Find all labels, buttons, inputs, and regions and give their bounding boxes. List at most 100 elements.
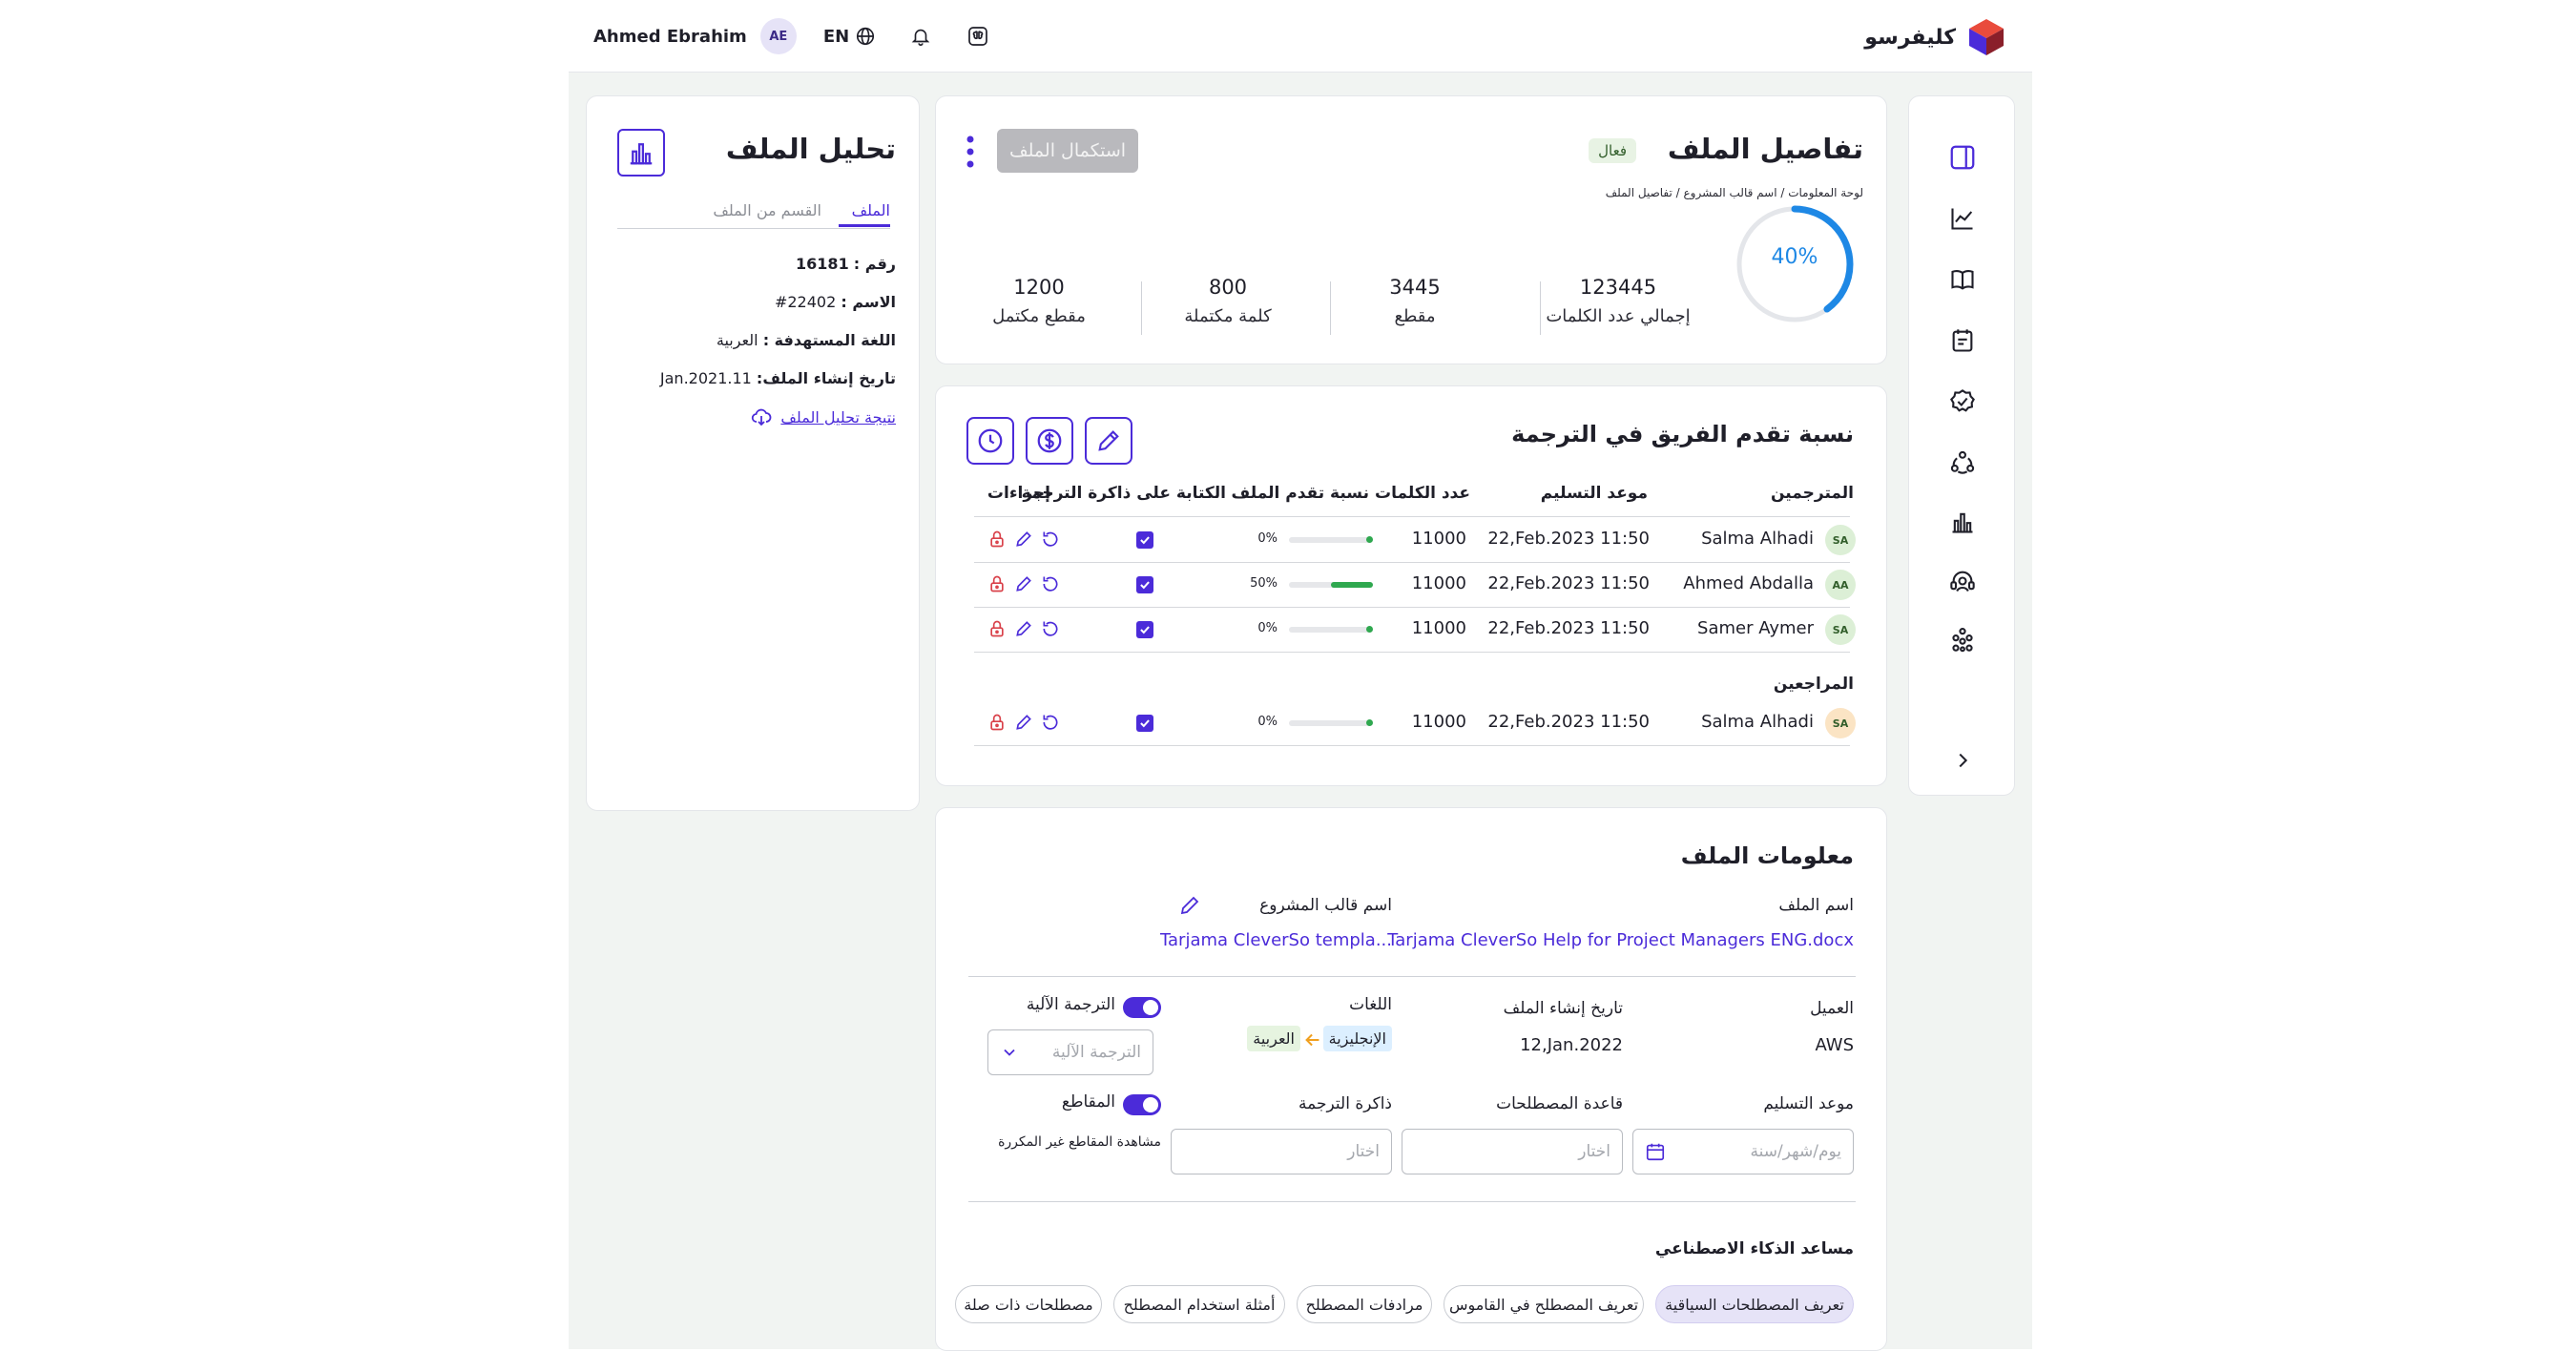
file-name-link[interactable]: Tarjama CleverSo Help for Project Manage… [1387, 930, 1854, 950]
deadline-label: موعد التسليم [1763, 1094, 1854, 1113]
table-divider [974, 516, 1850, 517]
active-tab-indicator [839, 224, 890, 227]
machine-translation-select[interactable]: الترجمة الآلية [987, 1029, 1153, 1075]
team-icon[interactable] [1943, 444, 1982, 482]
reassign-icon[interactable] [1041, 619, 1060, 642]
column-header-words: عدد الكلمات [1375, 484, 1470, 503]
clock-icon [978, 428, 1003, 453]
progress-label: 0% [1257, 621, 1278, 635]
table-row: SA Salma Alhadi 22,Feb.2023 11:50 11000 0% [936, 701, 1888, 746]
tm-write-checkbox[interactable] [1136, 531, 1153, 549]
target-language-badge: العربية [1247, 1026, 1300, 1051]
badge-check-icon[interactable] [1943, 383, 1982, 421]
stat-divider [1540, 281, 1541, 335]
person-name[interactable]: Salma Alhadi [1701, 712, 1814, 732]
lock-icon[interactable] [987, 619, 1007, 642]
stat-completed-segments: 1200 مقطع مكتمل [992, 276, 1086, 326]
analysis-chart-button[interactable] [617, 129, 665, 177]
translation-memory-select[interactable]: اختار [1171, 1129, 1392, 1174]
person-name[interactable]: Salma Alhadi [1701, 529, 1814, 549]
deadline-input[interactable]: يوم/شهر/سنة [1632, 1129, 1854, 1174]
edit-template-icon[interactable] [1178, 894, 1201, 921]
edit-button[interactable] [1085, 417, 1132, 465]
tm-write-checkbox[interactable] [1136, 715, 1153, 732]
analysis-result-link[interactable]: نتيجة تحليل الملف [750, 405, 896, 428]
ai-chip-dictionary-definition[interactable]: تعريف المصطلح في القاموس [1444, 1285, 1644, 1323]
progress-label: 0% [1257, 531, 1278, 546]
section-title: معلومات الملف [1680, 842, 1854, 869]
tm-write-checkbox[interactable] [1136, 576, 1153, 593]
tm-write-checkbox[interactable] [1136, 621, 1153, 638]
progress-bar [1289, 582, 1373, 588]
created-date-value: 12,Jan.2022 [1520, 1035, 1623, 1055]
tab-file-section[interactable]: القسم من الملف [713, 201, 821, 219]
ai-chip-contextual-definition[interactable]: تعريف المصطلحات السياقية [1655, 1285, 1854, 1323]
table-row: AA Ahmed Abdalla 22,Feb.2023 11:50 11000 50% [936, 563, 1888, 608]
lock-icon[interactable] [987, 530, 1007, 552]
more-options-icon[interactable] [965, 135, 976, 173]
edit-icon[interactable] [1014, 619, 1033, 642]
stat-total-words: 123445 إجمالي عدد الكلمات [1546, 276, 1691, 326]
termbase-select[interactable]: اختار [1402, 1129, 1623, 1174]
language-switcher[interactable]: EN [823, 26, 876, 47]
trend-chart-icon[interactable] [1943, 199, 1982, 238]
bell-icon[interactable] [908, 24, 933, 49]
reviewers-title: المراجعين [1773, 675, 1854, 694]
ai-chip-related-terms[interactable]: مصطلحات ذات صلة [955, 1285, 1102, 1323]
ai-chip-usage-examples[interactable]: أمثلة استخدام المصطلح [1113, 1285, 1285, 1323]
stat-segments: 3445 مقطع [1389, 276, 1441, 326]
chevron-right-icon[interactable] [1943, 741, 1982, 779]
ai-chip-synonyms[interactable]: مرادفات المصطلح [1297, 1285, 1432, 1323]
reassign-icon[interactable] [1041, 530, 1060, 552]
template-name-label: اسم قالب المشروع [1259, 896, 1392, 915]
user-name[interactable]: Ahmed Ebrahim [593, 27, 747, 47]
ai-brain-icon[interactable] [966, 24, 990, 49]
translation-memory-label: ذاكرة الترجمة [1298, 1094, 1392, 1113]
avatar[interactable]: AE [759, 18, 797, 54]
page-title: تفاصيل الملف [1667, 133, 1863, 165]
check-icon [1140, 719, 1150, 728]
edit-icon[interactable] [1014, 574, 1033, 597]
template-name-link[interactable]: Tarjama CleverSo templa... [1160, 930, 1392, 950]
stat-divider [1330, 281, 1331, 335]
word-count: 11000 [1411, 618, 1466, 638]
tabs-divider [617, 228, 890, 229]
network-icon[interactable] [1943, 621, 1982, 659]
edit-icon[interactable] [1014, 530, 1033, 552]
panel-icon[interactable] [1943, 138, 1982, 177]
person-name[interactable]: Samer Aymer [1697, 618, 1814, 638]
progress-dot [1366, 536, 1373, 543]
file-info-card: معلومات الملف اسم الملف Tarjama CleverSo… [935, 807, 1887, 1351]
divider [968, 1201, 1856, 1202]
notes-icon[interactable] [1943, 322, 1982, 360]
check-icon [1140, 581, 1150, 590]
support-icon[interactable] [1943, 562, 1982, 600]
file-analysis-card: تحليل الملف الملف القسم من الملف رقم : 1… [586, 95, 920, 811]
lock-icon[interactable] [987, 713, 1007, 736]
breadcrumb[interactable]: لوحة المعلومات / اسم قالب المشروع / تفاص… [1606, 186, 1863, 199]
machine-translation-toggle[interactable] [1123, 997, 1161, 1018]
check-icon [1140, 536, 1150, 545]
segments-toggle[interactable] [1123, 1094, 1161, 1115]
edit-icon[interactable] [1014, 713, 1033, 736]
cost-button[interactable] [1026, 417, 1073, 465]
person-name[interactable]: Ahmed Abdalla [1683, 573, 1814, 593]
ai-assistant-title: مساعد الذكاء الاصطناعي [1654, 1239, 1854, 1258]
book-icon[interactable] [1943, 260, 1982, 299]
bar-chart-icon[interactable] [1943, 503, 1982, 541]
table-row: SA Samer Aymer 22,Feb.2023 11:50 11000 0% [936, 608, 1888, 653]
top-bar: كليفرسو Ahmed Ebrahim AE EN [569, 0, 2032, 73]
brand-name: كليفرسو [1864, 25, 1956, 50]
lock-icon[interactable] [987, 574, 1007, 597]
section-title: نسبة تقدم الفريق في الترجمة [1511, 421, 1854, 447]
file-number: رقم : 16181 [796, 255, 896, 273]
file-details-card: تفاصيل الملف فعال لوحة المعلومات / اسم ق… [935, 95, 1887, 364]
file-name-label: اسم الملف [1778, 896, 1854, 915]
reassign-icon[interactable] [1041, 713, 1060, 736]
history-button[interactable] [966, 417, 1014, 465]
complete-file-button[interactable]: استكمال الملف [997, 129, 1138, 173]
tab-file[interactable]: الملف [852, 201, 890, 219]
brand-logo[interactable]: كليفرسو [1864, 17, 2005, 57]
arrow-left-icon [1302, 1029, 1323, 1054]
reassign-icon[interactable] [1041, 574, 1060, 597]
